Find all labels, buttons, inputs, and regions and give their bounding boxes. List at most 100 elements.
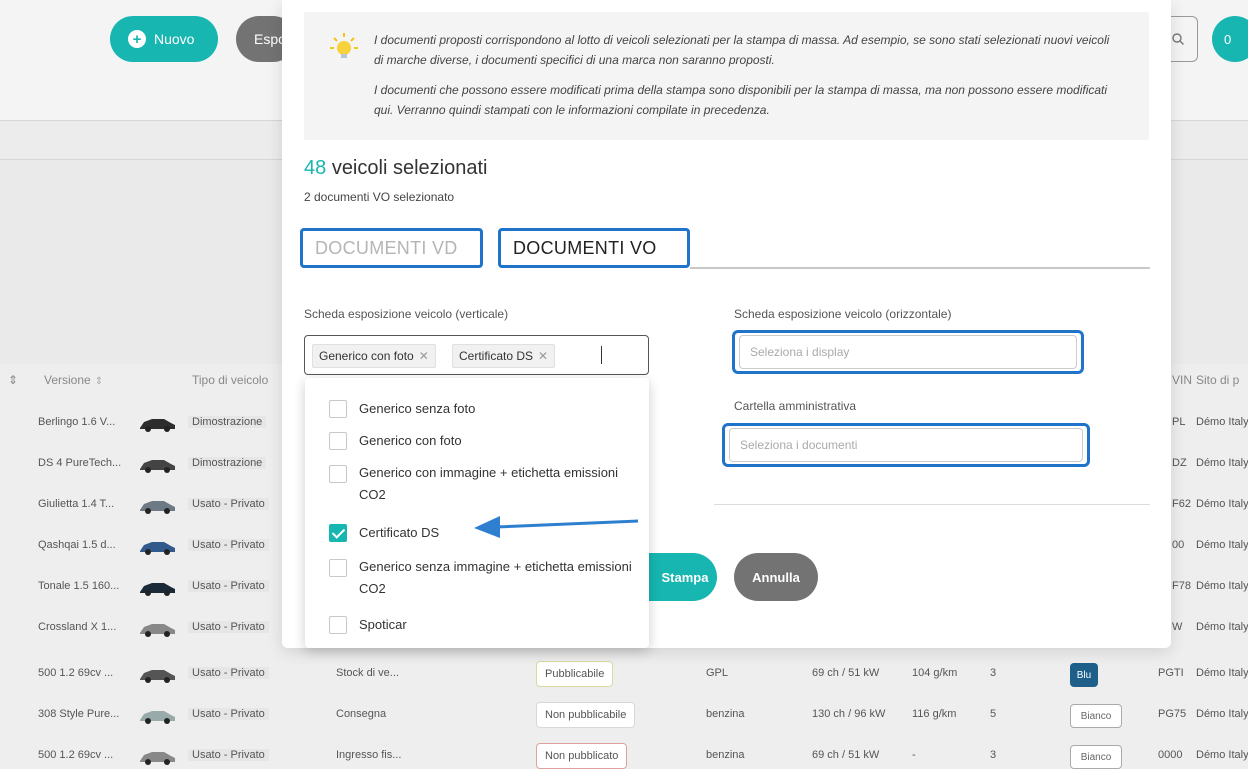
column-header-version-label: Versione [44, 373, 91, 387]
co2-cell: 116 g/km [912, 708, 957, 720]
fuel-cell: benzina [706, 749, 745, 761]
vin-cell: F62 [1172, 498, 1191, 510]
new-button[interactable]: + Nuovo [110, 16, 218, 62]
car-thumbnail-icon [140, 419, 175, 432]
table-row[interactable]: 500 1.2 69cv ... Usato - Privato Ingresso … [0, 739, 1248, 769]
admin-folder-select[interactable]: Seleziona i documenti [722, 423, 1090, 467]
car-thumbnail-icon [140, 460, 175, 473]
version-cell: Berlingo 1.6 V... [38, 416, 116, 428]
column-header-vin-label: VIN [1172, 373, 1193, 387]
power-cell: 69 ch / 51 kW [812, 667, 880, 679]
column-header-version[interactable]: Versione ⇕ [44, 373, 103, 387]
documents-selected-count: 2 documenti VO selezionato [304, 190, 455, 204]
divider [714, 504, 1150, 505]
selected-label: veicoli selezionati [331, 157, 488, 179]
vin-cell: F78 [1172, 580, 1191, 592]
checkbox[interactable] [329, 400, 347, 418]
vehicle-type-cell: Usato - Privato [188, 708, 269, 720]
car-thumbnail-icon [140, 752, 175, 765]
tab-documenti-vd-label: DOCUMENTI VD [315, 237, 458, 258]
co2-cell: - [912, 749, 916, 761]
column-header-vin[interactable]: VIN [1172, 373, 1192, 387]
car-thumbnail-icon [140, 670, 175, 683]
new-button-label: Nuovo [154, 31, 195, 47]
sort-icon[interactable]: ⇕ [8, 373, 18, 387]
column-header-vehicle-type-label: Tipo di veicolo [192, 373, 269, 387]
vehicle-type-cell: Usato - Privato [188, 749, 269, 761]
vehicle-type-cell: Usato - Privato [188, 580, 269, 592]
version-cell: Tonale 1.5 160... [38, 580, 120, 592]
checkbox[interactable] [329, 559, 347, 577]
doors-cell: 3 [990, 749, 997, 761]
color-badge: Blu [1070, 663, 1098, 687]
counter-badge[interactable]: 0 [1212, 16, 1248, 62]
dropdown-option-label: Spoticar [359, 617, 407, 632]
checkbox[interactable] [329, 616, 347, 634]
stock-cell: Consegna [336, 708, 387, 720]
info-box: I documenti proposti corrispondono al lo… [304, 12, 1149, 140]
doors-cell: 5 [990, 708, 997, 720]
chip-label: Generico con foto [319, 349, 414, 363]
print-button-label: Stampa [661, 569, 709, 585]
plus-icon: + [128, 30, 146, 48]
vehicle-type-cell: Dimostrazione [188, 416, 267, 428]
table-row[interactable]: 500 1.2 69cv ... Usato - Privato Stock di … [0, 657, 1248, 693]
vehicle-type-cell: Usato - Privato [188, 539, 269, 551]
tab-documenti-vo[interactable]: DOCUMENTI VO [498, 228, 690, 268]
checkbox[interactable] [329, 432, 347, 450]
vin-cell: 00 [1172, 539, 1185, 551]
site-cell: Démo Italy [1196, 539, 1248, 551]
dropdown-option-label: Generico con foto [359, 433, 462, 448]
stock-cell: Stock di ve... [336, 667, 399, 679]
dropdown-option-label: Generico senza immagine + etichetta emis… [359, 559, 632, 596]
cancel-button[interactable]: Annulla [734, 553, 818, 601]
version-cell: 500 1.2 69cv ... [38, 667, 114, 679]
car-thumbnail-icon [140, 624, 175, 637]
power-cell: 69 ch / 51 kW [812, 749, 880, 761]
table-row[interactable]: 308 Style Pure... Usato - Privato Consegna… [0, 698, 1248, 734]
power-cell: 130 ch / 96 kW [812, 708, 886, 720]
annotation-arrow-icon [474, 516, 639, 538]
doors-cell: 3 [990, 667, 997, 679]
vin-cell: PGTI [1158, 667, 1184, 679]
version-cell: Giulietta 1.4 T... [38, 498, 115, 510]
dropdown-option-label: Generico senza foto [359, 401, 476, 416]
site-cell: Démo Italy [1196, 749, 1248, 761]
version-cell: 500 1.2 69cv ... [38, 749, 114, 761]
fuel-cell: GPL [706, 667, 729, 679]
vehicle-type-cell: Usato - Privato [188, 498, 269, 510]
vertical-sheet-select[interactable]: Generico con foto ✕ Certificato DS ✕ [304, 335, 649, 375]
info-paragraph-1: I documenti proposti corrispondono al lo… [374, 33, 1110, 67]
checkbox[interactable] [329, 465, 347, 483]
color-badge: Bianco [1070, 745, 1122, 769]
tab-documenti-vd[interactable]: DOCUMENTI VD [300, 228, 483, 268]
car-thumbnail-icon [140, 583, 175, 596]
text-caret [601, 346, 602, 364]
print-button[interactable]: Stampa [645, 553, 717, 601]
close-icon[interactable]: ✕ [538, 349, 548, 363]
chip-generico-con-foto: Generico con foto ✕ [312, 344, 436, 368]
fuel-cell: benzina [706, 708, 745, 720]
version-cell: 308 Style Pure... [38, 708, 120, 720]
info-paragraph-2: I documenti che possono essere modificat… [374, 83, 1108, 117]
car-thumbnail-icon [140, 542, 175, 555]
close-icon[interactable]: ✕ [419, 349, 429, 363]
column-header-site-label: Sito di p [1196, 373, 1240, 387]
tab-underline [690, 267, 1150, 269]
vehicle-type-cell: Dimostrazione [188, 457, 267, 469]
site-cell: Démo Italy [1196, 708, 1248, 720]
vin-cell: 0000 [1158, 749, 1183, 761]
site-cell: Démo Italy [1196, 580, 1248, 592]
site-cell: Démo Italy [1196, 498, 1248, 510]
checkbox-checked[interactable] [329, 524, 347, 542]
horizontal-sheet-select[interactable]: Seleziona i display [732, 330, 1084, 374]
column-header-vehicle-type[interactable]: Tipo di veicolo [192, 373, 268, 387]
site-cell: Démo Italy [1196, 667, 1248, 679]
counter-badge-value: 0 [1224, 31, 1232, 47]
site-cell: Démo Italy [1196, 457, 1248, 469]
selected-vehicles-title: 48 veicoli selezionati [304, 157, 487, 180]
vertical-sheet-label: Scheda esposizione veicolo (verticale) [304, 307, 509, 321]
car-thumbnail-icon [140, 501, 175, 514]
column-header-site[interactable]: Sito di p [1196, 373, 1239, 387]
chip-label: Certificato DS [459, 349, 534, 363]
